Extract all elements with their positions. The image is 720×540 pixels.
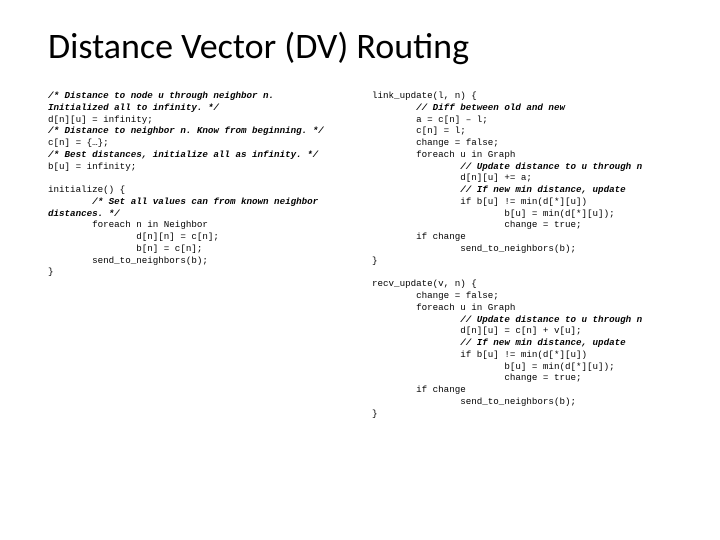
right-column: link_update(l, n) { // Diff between old …	[372, 90, 680, 419]
code-line: foreach n in Neighbor d[n][n] = c[n]; b[…	[48, 219, 219, 277]
code-line: d[n][u] = c[n] + v[u];	[372, 325, 582, 336]
content-columns: /* Distance to node u through neighbor n…	[48, 90, 680, 419]
code-line: c[n] = {…};	[48, 137, 109, 148]
comment-text: // Diff between old and new	[372, 102, 565, 113]
comment-text: /* Best distances, initialize all as inf…	[48, 149, 318, 160]
code-left: /* Distance to node u through neighbor n…	[48, 90, 356, 278]
comment-text: /* Distance to neighbor n. Know from beg…	[48, 125, 324, 136]
code-right: link_update(l, n) { // Diff between old …	[372, 90, 680, 419]
slide: Distance Vector (DV) Routing /* Distance…	[0, 0, 720, 540]
code-line: initialize() {	[48, 184, 125, 195]
comment-text: // If new min distance, update	[372, 337, 626, 348]
comment-text: // Update distance to u through n	[372, 314, 642, 325]
code-line: a = c[n] – l; c[n] = l; change = false; …	[372, 114, 515, 160]
code-line: d[n][u] += a;	[372, 172, 532, 183]
comment-text: /* Distance to node u through neighbor n…	[48, 90, 274, 113]
left-column: /* Distance to node u through neighbor n…	[48, 90, 356, 419]
comment-text: /* Set all values can from known neighbo…	[48, 196, 318, 219]
code-line: recv_update(v, n) { change = false; fore…	[372, 278, 515, 313]
code-line: b[u] = infinity;	[48, 161, 136, 172]
slide-title: Distance Vector (DV) Routing	[48, 24, 680, 68]
code-line: d[n][u] = infinity;	[48, 114, 153, 125]
comment-text: // If new min distance, update	[372, 184, 626, 195]
code-line: link_update(l, n) {	[372, 90, 477, 101]
code-line: if b[u] != min(d[*][u]) b[u] = min(d[*][…	[372, 349, 615, 419]
comment-text: // Update distance to u through n	[372, 161, 642, 172]
code-line: if b[u] != min(d[*][u]) b[u] = min(d[*][…	[372, 196, 615, 266]
